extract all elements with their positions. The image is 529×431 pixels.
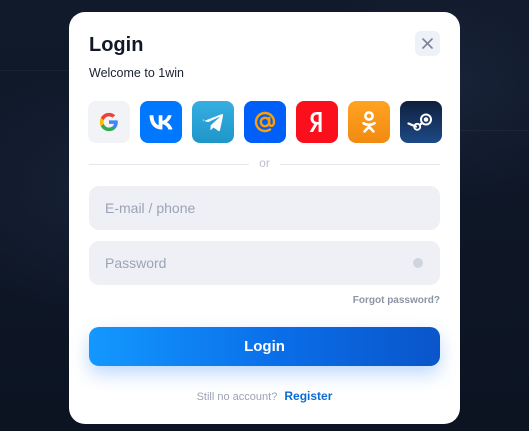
modal-title: Login xyxy=(89,34,144,56)
social-login-row xyxy=(88,101,442,143)
modal-subtitle: Welcome to 1win xyxy=(89,66,184,80)
password-input[interactable] xyxy=(89,241,440,285)
close-button[interactable] xyxy=(415,31,440,56)
telegram-icon xyxy=(202,113,224,132)
yandex-login-button[interactable] xyxy=(296,101,338,143)
forgot-password-link[interactable]: Forgot password? xyxy=(353,295,440,306)
email-field-container xyxy=(89,186,440,230)
odnoklassniki-icon xyxy=(362,111,376,133)
login-modal: Login Welcome to 1win or E-mail / phone … xyxy=(69,12,460,424)
or-divider: or xyxy=(89,156,440,172)
at-sign-icon xyxy=(254,111,276,133)
telegram-login-button[interactable] xyxy=(192,101,234,143)
or-text: or xyxy=(259,156,270,170)
background-line xyxy=(460,130,529,131)
email-phone-input[interactable] xyxy=(89,186,440,230)
divider-line-right xyxy=(280,164,440,165)
steam-icon xyxy=(407,113,432,131)
register-link[interactable]: Register xyxy=(284,389,332,403)
steam-login-button[interactable] xyxy=(400,101,442,143)
background-line xyxy=(0,70,70,71)
vk-icon xyxy=(149,115,173,130)
no-account-text: Still no account? xyxy=(196,391,278,403)
yandex-icon xyxy=(309,112,322,132)
login-button[interactable]: Login xyxy=(89,327,440,366)
register-prompt: Still no account? Register xyxy=(69,389,460,403)
google-login-button[interactable] xyxy=(88,101,130,143)
odnoklassniki-login-button[interactable] xyxy=(348,101,390,143)
show-password-icon[interactable] xyxy=(413,258,423,268)
close-icon xyxy=(422,38,433,49)
mail-login-button[interactable] xyxy=(244,101,286,143)
vk-login-button[interactable] xyxy=(140,101,182,143)
password-field-container xyxy=(89,241,440,285)
google-icon xyxy=(99,112,118,132)
